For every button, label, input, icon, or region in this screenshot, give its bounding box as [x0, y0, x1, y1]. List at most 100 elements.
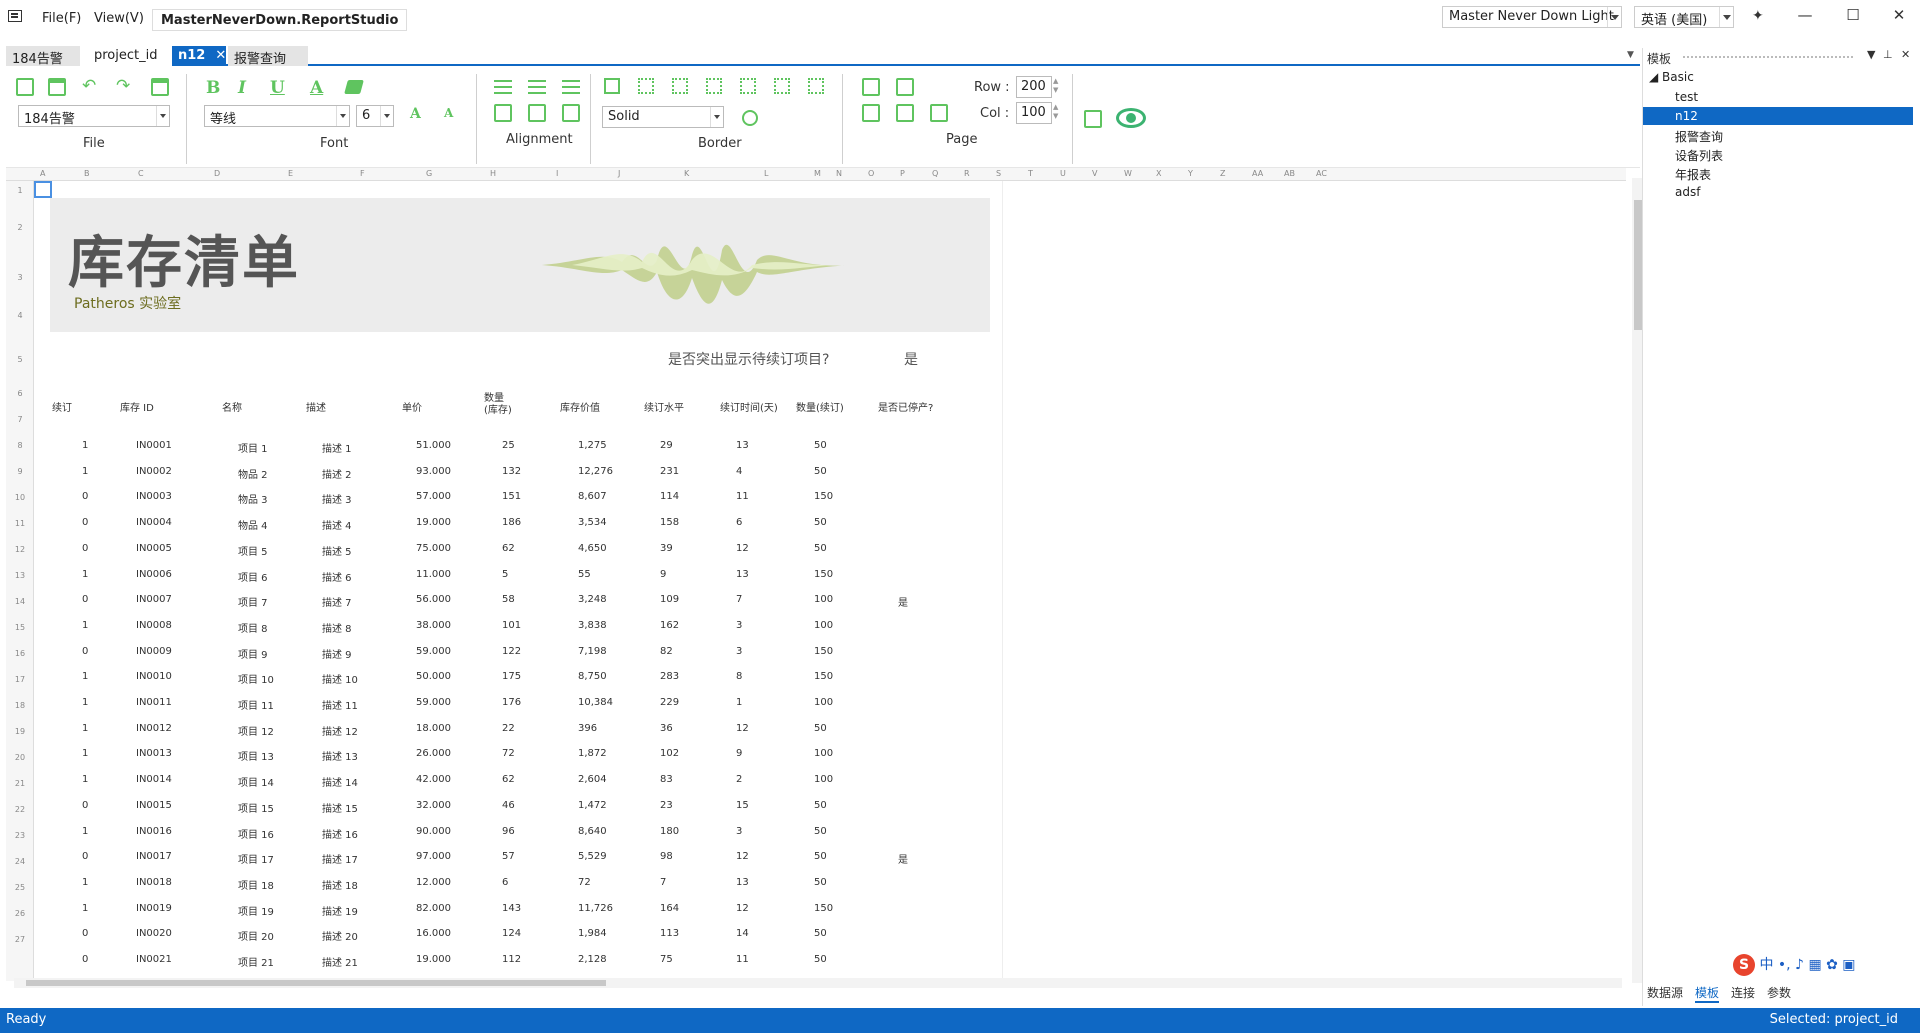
column-letter[interactable]: AA	[1252, 169, 1263, 178]
table-cell[interactable]: 1	[82, 671, 88, 682]
table-cell[interactable]: 42.000	[416, 774, 451, 785]
table-cell[interactable]: 59.000	[416, 697, 451, 708]
column-letter[interactable]: AB	[1284, 169, 1295, 178]
table-cell[interactable]: 0	[82, 543, 88, 554]
table-cell[interactable]: 82	[660, 646, 673, 657]
column-letter[interactable]: H	[490, 169, 496, 178]
table-cell[interactable]: IN0003	[136, 491, 172, 502]
table-cell[interactable]: 1	[736, 697, 742, 708]
table-cell[interactable]: 283	[660, 671, 679, 682]
grow-font-button[interactable]: A	[410, 106, 421, 122]
table-cell[interactable]: 1	[82, 569, 88, 580]
close-button[interactable]: ✕	[1884, 6, 1914, 28]
table-cell[interactable]: 描述 16	[322, 826, 358, 841]
column-letter[interactable]: W	[1124, 169, 1132, 178]
table-cell[interactable]: 100	[814, 748, 833, 759]
shrink-font-button[interactable]: A	[444, 106, 453, 120]
font-size-select[interactable]: 6	[356, 105, 394, 127]
column-letter[interactable]: R	[964, 169, 970, 178]
table-cell[interactable]: 231	[660, 466, 679, 477]
table-cell[interactable]: 14	[736, 928, 749, 939]
panel-close-icon[interactable]: ✕	[1901, 48, 1910, 61]
row-number[interactable]: 5	[6, 355, 34, 364]
table-cell[interactable]: IN0010	[136, 671, 172, 682]
tab-project-id[interactable]: project_id	[80, 46, 174, 66]
tree-item[interactable]: 报警查询	[1643, 126, 1913, 144]
table-cell[interactable]: 58	[502, 594, 515, 605]
table-cell[interactable]: 158	[660, 517, 679, 528]
table-cell[interactable]: 1,275	[578, 440, 607, 451]
table-cell[interactable]: 9	[736, 748, 742, 759]
table-cell[interactable]: 项目 6	[238, 569, 268, 584]
align-top-icon[interactable]	[494, 104, 512, 122]
table-cell[interactable]: 62	[502, 543, 515, 554]
table-cell[interactable]: 11	[736, 954, 749, 965]
table-cell[interactable]: IN0017	[136, 851, 172, 862]
column-letter[interactable]: Y	[1188, 169, 1193, 178]
table-cell[interactable]: 26.000	[416, 748, 451, 759]
table-cell[interactable]: 1	[82, 826, 88, 837]
tab-184[interactable]: 184告警	[6, 46, 80, 67]
table-cell[interactable]: 描述 5	[322, 543, 352, 558]
border-top-icon[interactable]	[774, 78, 790, 94]
table-cell[interactable]: 112	[502, 954, 521, 965]
column-letter[interactable]: Q	[932, 169, 938, 178]
preview-eye-icon[interactable]	[1116, 108, 1146, 128]
bold-button[interactable]: B	[206, 78, 220, 98]
table-cell[interactable]: 3	[736, 646, 742, 657]
table-cell[interactable]: 描述 13	[322, 748, 358, 763]
table-cell[interactable]: IN0005	[136, 543, 172, 554]
table-cell[interactable]: 12.000	[416, 877, 451, 888]
tree-item[interactable]: n12	[1643, 107, 1913, 125]
border-right-icon[interactable]	[740, 78, 756, 94]
table-cell[interactable]: 100	[814, 620, 833, 631]
table-cell[interactable]: 176	[502, 697, 521, 708]
redo-icon[interactable]: ↷	[116, 76, 134, 96]
panel-tab[interactable]: 参数	[1767, 984, 1791, 1001]
table-cell[interactable]: 55	[578, 569, 591, 580]
table-cell[interactable]: 150	[814, 646, 833, 657]
table-cell[interactable]: 描述 17	[322, 851, 358, 866]
row-number[interactable]: 2	[6, 223, 34, 232]
table-cell[interactable]: 50	[814, 877, 827, 888]
tab-overflow-icon[interactable]: ▼	[1627, 50, 1634, 60]
table-cell[interactable]: 396	[578, 723, 597, 734]
table-cell[interactable]: 8,607	[578, 491, 607, 502]
undo-icon[interactable]: ↶	[82, 76, 100, 96]
table-cell[interactable]: IN0014	[136, 774, 172, 785]
table-cell[interactable]: 101	[502, 620, 521, 631]
row-number[interactable]: 6	[6, 389, 34, 398]
table-cell[interactable]: 1	[82, 723, 88, 734]
column-letter[interactable]: A	[40, 169, 45, 178]
table-cell[interactable]: 25	[502, 440, 515, 451]
row-number[interactable]: 8	[6, 441, 34, 450]
table-cell[interactable]: IN0008	[136, 620, 172, 631]
panel-grip[interactable]	[1683, 56, 1853, 60]
new-file-icon[interactable]	[16, 78, 34, 96]
table-cell[interactable]: 描述 21	[322, 954, 358, 969]
row-number[interactable]: 23	[6, 831, 34, 840]
table-cell[interactable]: 114	[660, 491, 679, 502]
column-letter[interactable]: D	[214, 169, 220, 178]
table-cell[interactable]: 0	[82, 954, 88, 965]
table-cell[interactable]: 是	[898, 594, 908, 609]
template-select[interactable]: 184告警	[18, 105, 170, 127]
minimize-button[interactable]: —	[1790, 6, 1820, 28]
table-cell[interactable]: 0	[82, 646, 88, 657]
table-cell[interactable]: 50	[814, 954, 827, 965]
table-cell[interactable]: 12	[736, 723, 749, 734]
table-cell[interactable]: 36	[660, 723, 673, 734]
table-cell[interactable]: 描述 11	[322, 697, 358, 712]
table-cell[interactable]: 82.000	[416, 903, 451, 914]
table-cell[interactable]: 3	[736, 826, 742, 837]
table-cell[interactable]: IN0012	[136, 723, 172, 734]
row-number[interactable]: 19	[6, 727, 34, 736]
row-number[interactable]: 25	[6, 883, 34, 892]
align-bottom-icon[interactable]	[562, 104, 580, 122]
table-cell[interactable]: 项目 19	[238, 903, 274, 918]
table-cell[interactable]: 描述 20	[322, 928, 358, 943]
table-cell[interactable]: 151	[502, 491, 521, 502]
table-cell[interactable]: 32.000	[416, 800, 451, 811]
table-cell[interactable]: 6	[502, 877, 508, 888]
row-number[interactable]: 27	[6, 935, 34, 944]
